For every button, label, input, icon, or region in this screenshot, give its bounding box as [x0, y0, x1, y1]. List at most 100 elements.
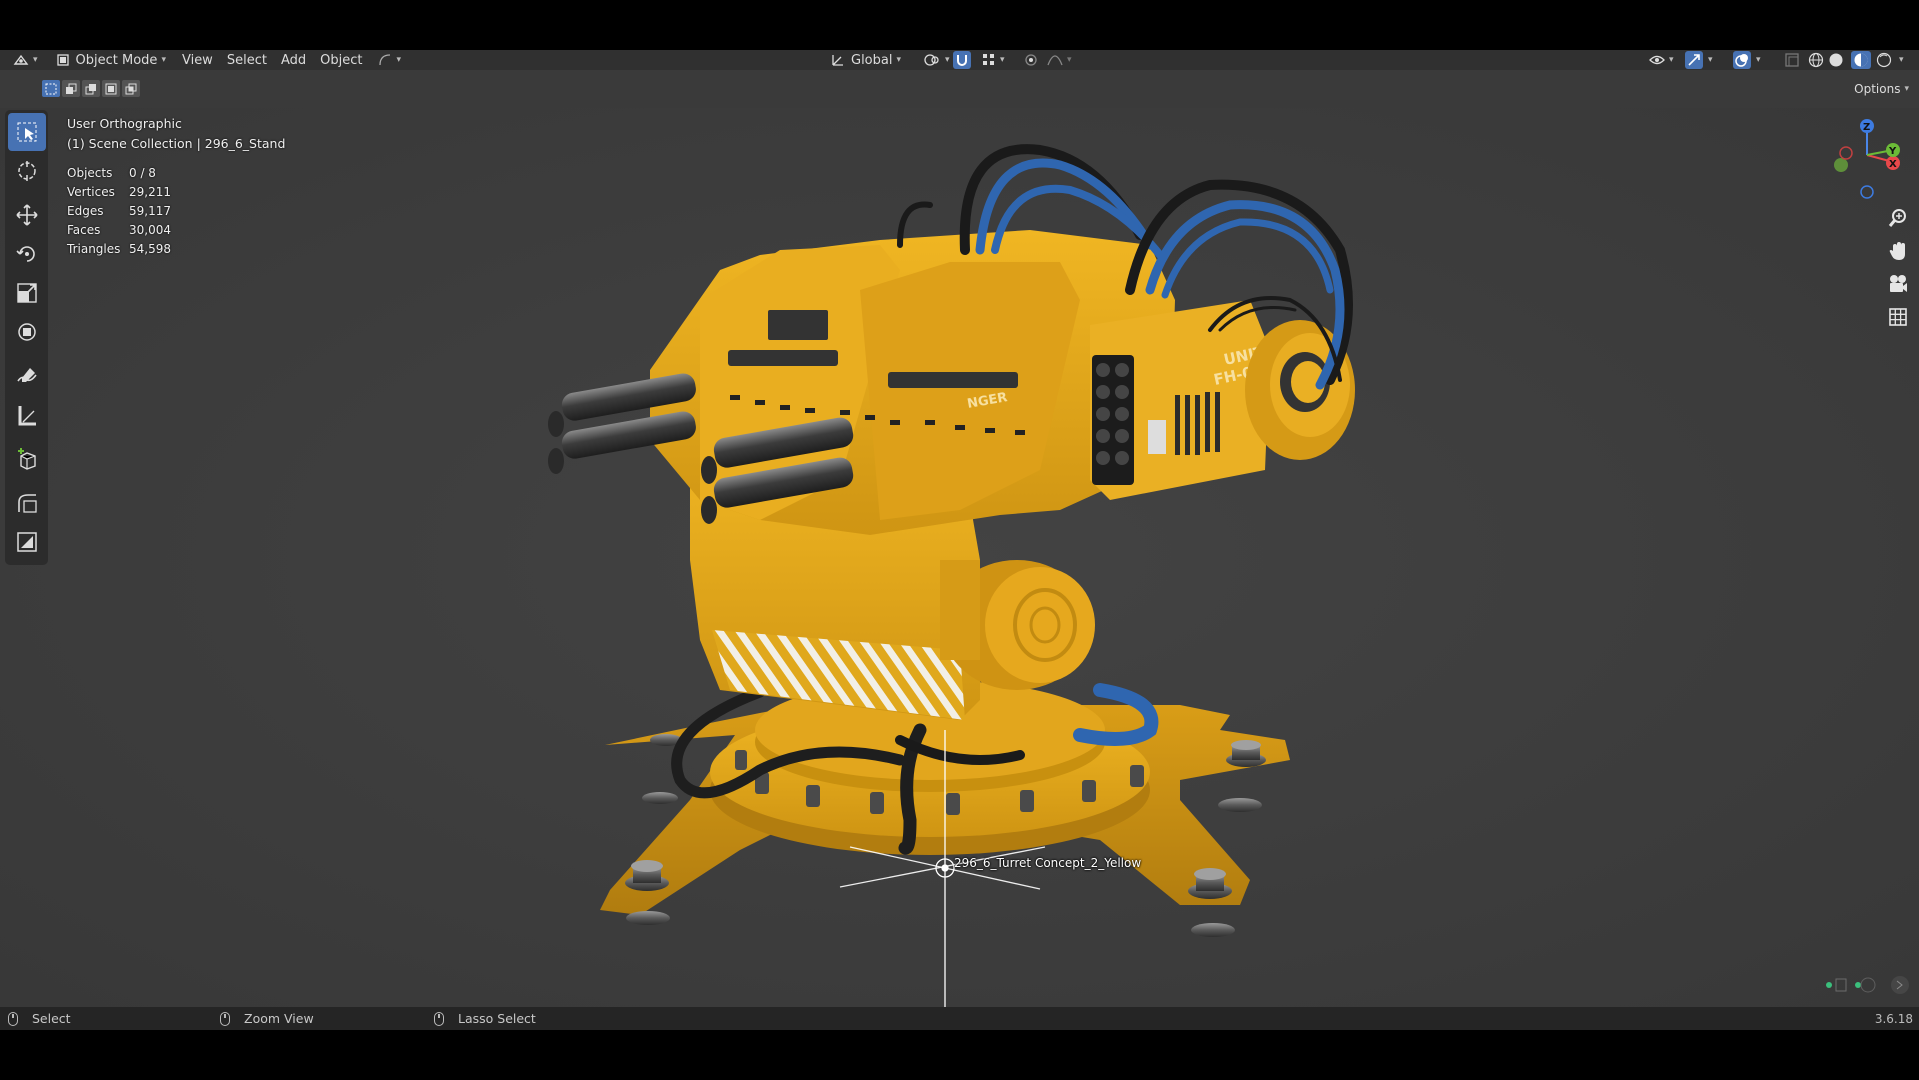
camera-view-button[interactable]: [1883, 269, 1913, 299]
gizmo-neg-y-axis[interactable]: [1834, 158, 1848, 172]
tool-transform[interactable]: [8, 313, 46, 351]
stat-value: 0 / 8: [129, 165, 156, 180]
options-dropdown[interactable]: Options ▾: [1848, 80, 1915, 98]
shading-wireframe[interactable]: [1806, 51, 1826, 69]
mouse-left-icon: [8, 1011, 18, 1026]
menu-object[interactable]: Object: [315, 51, 367, 69]
select-extend-button[interactable]: [62, 80, 80, 97]
ortho-toggle-button[interactable]: [1883, 302, 1913, 332]
tool-extrude[interactable]: [8, 523, 46, 561]
falloff-button[interactable]: ▾: [1042, 51, 1077, 69]
select-set-button[interactable]: [42, 80, 60, 97]
annotate-icon: [16, 368, 37, 382]
cursor-icon: [17, 161, 36, 181]
pivot-point-button[interactable]: ▾: [918, 51, 955, 69]
gizmo-dropdown[interactable]: ▾: [1705, 51, 1716, 69]
overlays-dropdown[interactable]: ▾: [1753, 51, 1764, 69]
solid-sphere-icon: [1829, 53, 1843, 67]
tool-scale[interactable]: [8, 274, 46, 312]
transform-orientation-dropdown[interactable]: Global ▾: [826, 51, 906, 69]
overlays-icon: [1735, 54, 1748, 67]
select-subtract-icon: [85, 83, 96, 94]
shading-dropdown[interactable]: ▾: [1896, 51, 1907, 69]
menu-view[interactable]: View: [177, 51, 218, 69]
snap-toggle[interactable]: [953, 51, 971, 69]
xray-icon: [1785, 53, 1799, 67]
stat-label: Faces: [67, 222, 101, 237]
stat-row: Objects 0 / 8: [67, 163, 171, 182]
tool-cursor[interactable]: [8, 152, 46, 190]
pivot-icon: [924, 54, 939, 66]
curve-icon: [379, 54, 391, 66]
mouse-right-icon: [434, 1011, 444, 1026]
turret-model[interactable]: UNIT FH-019 NGER: [0, 108, 1919, 1007]
snap-target-button[interactable]: ▾: [977, 51, 1010, 69]
object-name-label: 296_6_Turret Concept_2_Yellow: [954, 856, 1142, 870]
letterbox-bottom: [0, 1030, 1919, 1080]
rendered-sphere-icon: [1876, 52, 1892, 68]
select-intersect-icon: [125, 83, 137, 94]
viewport-header: ▾ Object Mode ▾ View Select Add Object ▾ …: [0, 50, 1919, 70]
overlays-toggle[interactable]: [1733, 51, 1751, 69]
grid-snap-icon: [983, 54, 994, 65]
view-name: User Orthographic: [67, 116, 182, 131]
object-mode-icon: [54, 51, 72, 69]
3d-viewport[interactable]: UNIT FH-019 NGER Z X Y 296_6_Turret Conc…: [0, 108, 1919, 1007]
scene-statistics: Objects 0 / 8 Vertices 29,211 Edges 59,117 …: [67, 163, 171, 258]
gizmo-icon: [1688, 54, 1700, 66]
falloff-icon: [1047, 55, 1063, 66]
stat-label: Vertices: [67, 184, 115, 199]
proportional-icon: [1025, 54, 1037, 66]
proportional-edit-button[interactable]: [1019, 51, 1043, 69]
menu-add[interactable]: Add: [276, 51, 311, 69]
select-invert-button[interactable]: [102, 80, 120, 97]
gizmo-z-label: Z: [1863, 122, 1870, 133]
stat-value: 54,598: [129, 241, 171, 256]
orientation-label: Global: [851, 52, 893, 68]
editor-type-icon: [13, 54, 29, 65]
tool-measure[interactable]: [8, 396, 46, 434]
shear-icon: [17, 494, 37, 513]
stat-value: 30,004: [129, 222, 171, 237]
shading-rendered[interactable]: [1874, 51, 1894, 69]
shading-material[interactable]: [1851, 51, 1871, 69]
tool-rotate[interactable]: [8, 235, 46, 273]
select-set-icon: [45, 83, 57, 94]
select-extend-icon: [66, 83, 77, 94]
editor-type-button[interactable]: ▾: [8, 51, 43, 69]
xray-toggle[interactable]: [1783, 51, 1801, 69]
select-intersect-button[interactable]: [122, 80, 140, 97]
camera-icon: [1890, 275, 1907, 292]
visibility-dropdown[interactable]: ▾: [1644, 51, 1679, 69]
orientation-icon: [832, 55, 843, 66]
stat-value: 59,117: [129, 203, 171, 218]
select-subtract-button[interactable]: [82, 80, 100, 97]
hand-icon: [1889, 242, 1905, 260]
tool-move[interactable]: [8, 196, 46, 234]
viewport-footer-icons: [1826, 976, 1909, 994]
stat-row: Triangles 54,598: [67, 239, 171, 258]
shading-solid[interactable]: [1826, 51, 1846, 69]
zoom-button[interactable]: [1883, 203, 1913, 233]
tool-settings-bar: [0, 70, 1919, 108]
mode-dropdown[interactable]: Object Mode ▾: [49, 51, 171, 69]
tool-select-box[interactable]: [7, 113, 46, 151]
collection-info: (1) Scene Collection | 296_6_Stand: [67, 136, 286, 151]
stat-row: Edges 59,117: [67, 201, 171, 220]
extrude-icon: [16, 532, 37, 552]
status-bar: Select Zoom View Lasso Select 3.6.18: [0, 1007, 1919, 1030]
select-box-icon: [17, 122, 36, 142]
add-cube-icon: [17, 448, 36, 470]
gizmo-neg-z-axis[interactable]: [1860, 185, 1874, 199]
pan-button[interactable]: [1883, 236, 1913, 266]
stat-label: Edges: [67, 203, 104, 218]
gizmo-neg-x-axis[interactable]: [1839, 146, 1853, 160]
shading-options-button[interactable]: ▾: [373, 51, 406, 69]
measure-icon: [18, 406, 36, 426]
tool-add-cube[interactable]: [8, 440, 46, 478]
tool-annotate[interactable]: [8, 357, 46, 395]
menu-select[interactable]: Select: [222, 51, 272, 69]
tool-shear[interactable]: [8, 484, 46, 522]
gizmo-toggle[interactable]: [1685, 51, 1703, 69]
navigation-gizmo[interactable]: Z X Y: [1820, 110, 1915, 200]
